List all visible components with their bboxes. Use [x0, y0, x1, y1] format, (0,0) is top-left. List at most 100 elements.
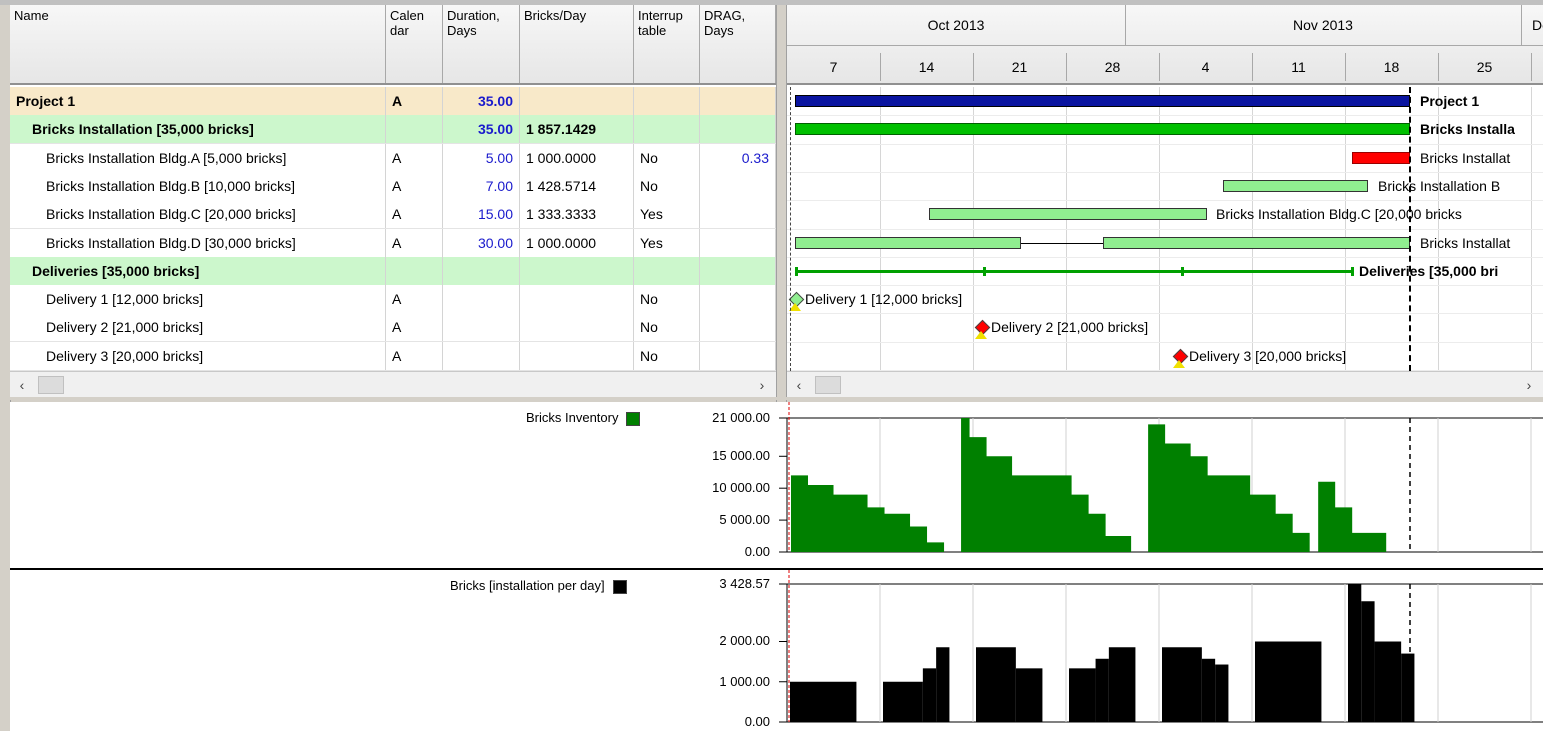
cell-calendar[interactable] [386, 256, 443, 285]
table-row[interactable]: Delivery 2 [21,000 bricks] A No [10, 313, 776, 343]
cell-calendar[interactable]: A [386, 87, 443, 115]
gantt-hscrollbar[interactable]: ‹ › [787, 371, 1543, 397]
cell-name[interactable]: Bricks Installation Bldg.A [5,000 bricks… [10, 143, 386, 172]
cell-drag[interactable] [700, 285, 776, 314]
table-row[interactable]: Delivery 1 [12,000 bricks] A No [10, 285, 776, 315]
bricks-bar-label: Bricks Installa [1420, 121, 1515, 138]
cell-bricks-day[interactable]: 1 333.3333 [520, 200, 634, 229]
deliveries-summary-bar[interactable] [795, 269, 1353, 273]
cell-drag[interactable] [700, 87, 776, 115]
cell-drag[interactable] [700, 200, 776, 229]
cell-interruptable[interactable]: No [634, 313, 700, 342]
bldg-c-bar[interactable] [929, 208, 1207, 221]
gantt-scroll-thumb[interactable] [815, 376, 841, 394]
cell-name[interactable]: Project 1 [10, 87, 386, 115]
deliveries-bar-label: Deliveries [35,000 bri [1359, 262, 1499, 279]
scroll-thumb[interactable] [38, 376, 64, 394]
cell-drag[interactable] [700, 341, 776, 370]
cell-calendar[interactable]: A [386, 228, 443, 257]
cell-calendar[interactable]: A [386, 171, 443, 200]
cell-interruptable[interactable]: No [634, 171, 700, 200]
month-oct: Oct 2013 [787, 5, 1126, 46]
cell-bricks-day[interactable]: 1 000.0000 [520, 143, 634, 172]
col-header-drag[interactable]: DRAG, Days [700, 5, 776, 83]
cell-drag[interactable] [700, 256, 776, 285]
cell-calendar[interactable]: A [386, 313, 443, 342]
cell-name[interactable]: Delivery 3 [20,000 bricks] [10, 341, 386, 370]
table-row[interactable]: Deliveries [35,000 bricks] [10, 256, 776, 286]
cell-duration[interactable]: 7.00 [443, 171, 520, 200]
cell-bricks-day[interactable] [520, 87, 634, 115]
col-header-interruptable[interactable]: Interrup table [634, 5, 700, 83]
cell-duration[interactable]: 5.00 [443, 143, 520, 172]
project-end-line [1409, 87, 1411, 371]
cell-interruptable[interactable]: No [634, 285, 700, 314]
table-row[interactable]: Bricks Installation Bldg.B [10,000 brick… [10, 171, 776, 201]
cell-name[interactable]: Bricks Installation [35,000 bricks] [10, 115, 386, 144]
table-row[interactable]: Project 1 A 35.00 [10, 87, 776, 116]
cell-drag[interactable] [700, 228, 776, 257]
cell-interruptable[interactable] [634, 87, 700, 115]
table-row[interactable]: Bricks Installation Bldg.A [5,000 bricks… [10, 143, 776, 173]
cell-interruptable[interactable]: No [634, 341, 700, 370]
cell-name[interactable]: Bricks Installation Bldg.C [20,000 brick… [10, 200, 386, 229]
installation-bar [922, 668, 937, 722]
cell-bricks-day[interactable] [520, 313, 634, 342]
table-hscrollbar[interactable]: ‹ › [10, 371, 776, 397]
cell-bricks-day[interactable]: 1 000.0000 [520, 228, 634, 257]
cell-calendar[interactable] [386, 115, 443, 144]
cell-interruptable[interactable]: Yes [634, 228, 700, 257]
cell-duration[interactable] [443, 313, 520, 342]
installation-bar [1095, 658, 1109, 722]
cell-drag[interactable]: 0.33 [700, 143, 776, 172]
cell-drag[interactable] [700, 171, 776, 200]
table-row[interactable]: Bricks Installation Bldg.C [20,000 brick… [10, 200, 776, 230]
cell-name[interactable]: Bricks Installation Bldg.D [30,000 brick… [10, 228, 386, 257]
cell-drag[interactable] [700, 313, 776, 342]
gantt-scroll-right-icon[interactable]: › [1519, 372, 1539, 397]
bldg-d-bar-1[interactable] [795, 236, 1021, 249]
cell-name[interactable]: Delivery 1 [12,000 bricks] [10, 285, 386, 314]
cell-calendar[interactable]: A [386, 285, 443, 314]
gantt-scroll-left-icon[interactable]: ‹ [789, 372, 809, 397]
cell-bricks-day[interactable]: 1 428.5714 [520, 171, 634, 200]
scroll-right-icon[interactable]: › [752, 372, 772, 397]
cell-duration[interactable]: 35.00 [443, 115, 520, 144]
bldg-d-bar-2[interactable] [1103, 236, 1410, 249]
bricks-summary-bar[interactable] [795, 123, 1410, 136]
col-header-name[interactable]: Name [10, 5, 386, 83]
cell-duration[interactable]: 35.00 [443, 87, 520, 115]
cell-interruptable[interactable] [634, 115, 700, 144]
bldg-a-bar[interactable] [1352, 151, 1410, 164]
cell-interruptable[interactable] [634, 256, 700, 285]
cell-bricks-day[interactable] [520, 285, 634, 314]
project-summary-bar[interactable] [795, 95, 1410, 107]
cell-duration[interactable] [443, 285, 520, 314]
cell-duration[interactable]: 30.00 [443, 228, 520, 257]
cell-duration[interactable] [443, 341, 520, 370]
table-row[interactable]: Bricks Installation [35,000 bricks] 35.00… [10, 115, 776, 145]
scroll-left-icon[interactable]: ‹ [12, 372, 32, 397]
cell-drag[interactable] [700, 115, 776, 144]
col-header-calendar[interactable]: Calen dar [386, 5, 443, 83]
cell-bricks-day[interactable] [520, 256, 634, 285]
cell-calendar[interactable]: A [386, 200, 443, 229]
col-header-duration[interactable]: Duration, Days [443, 5, 520, 83]
installation-bar [1361, 601, 1375, 722]
bldg-b-bar[interactable] [1223, 179, 1368, 192]
col-header-bricks-day[interactable]: Bricks/Day [520, 5, 634, 83]
cell-interruptable[interactable]: No [634, 143, 700, 172]
table-row[interactable]: Bricks Installation Bldg.D [30,000 brick… [10, 228, 776, 258]
cell-duration[interactable]: 15.00 [443, 200, 520, 229]
cell-name[interactable]: Deliveries [35,000 bricks] [10, 256, 386, 285]
table-row[interactable]: Delivery 3 [20,000 bricks] A No [10, 341, 776, 371]
cell-name[interactable]: Bricks Installation Bldg.B [10,000 brick… [10, 171, 386, 200]
week-28: 28 [1066, 53, 1160, 81]
cell-calendar[interactable]: A [386, 341, 443, 370]
cell-interruptable[interactable]: Yes [634, 200, 700, 229]
cell-name[interactable]: Delivery 2 [21,000 bricks] [10, 313, 386, 342]
cell-duration[interactable] [443, 256, 520, 285]
cell-bricks-day[interactable]: 1 857.1429 [520, 115, 634, 144]
cell-calendar[interactable]: A [386, 143, 443, 172]
cell-bricks-day[interactable] [520, 341, 634, 370]
